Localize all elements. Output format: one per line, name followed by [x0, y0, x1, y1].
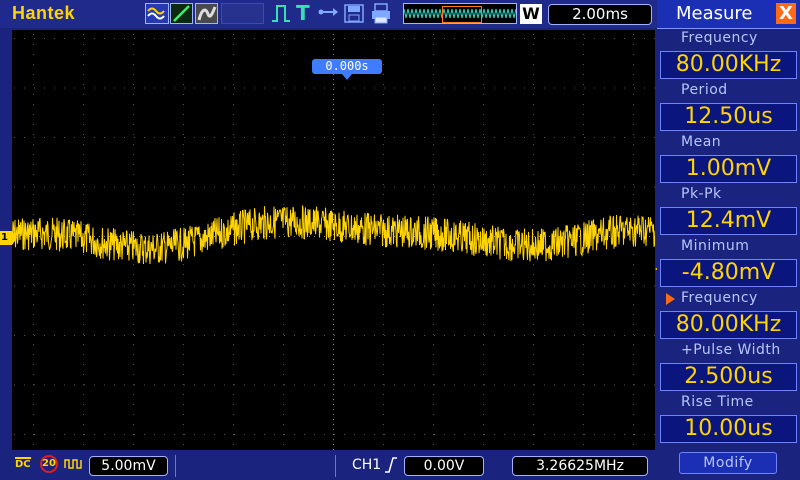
trigger-level-value[interactable]: 0.00V [404, 456, 484, 476]
trigger-t-icon[interactable]: T [296, 1, 314, 25]
acquire-mode-icon[interactable] [145, 3, 169, 24]
measure-label: Frequency [681, 290, 758, 306]
measure-panel: Measure X Frequency 80.00KHz Period 12.5… [657, 0, 800, 480]
measure-value[interactable]: 1.00mV [660, 155, 797, 183]
print-icon[interactable] [370, 3, 392, 24]
persistence-icon[interactable] [195, 3, 218, 24]
measure-value[interactable]: 80.00KHz [660, 51, 797, 79]
measure-value[interactable]: 2.500us [660, 363, 797, 391]
measure-label: Rise Time [681, 394, 754, 410]
timebase-display[interactable]: 2.00ms [548, 4, 652, 25]
ch1-waveform-trace [12, 205, 655, 265]
frequency-counter: 3.26625MHz [512, 456, 648, 476]
measure-label: Pk-Pk [681, 186, 722, 202]
measure-title: Measure [676, 3, 753, 24]
measure-value[interactable]: 12.50us [660, 103, 797, 131]
measure-value[interactable]: 80.00KHz [660, 311, 797, 339]
measure-label: Period [681, 82, 728, 98]
close-button[interactable]: X [776, 3, 796, 24]
usb-icon [318, 6, 340, 27]
divider [335, 455, 336, 477]
measure-label: Minimum [681, 238, 750, 254]
trigger-mode-pulse-icon[interactable] [270, 3, 292, 24]
ch1-volt-div[interactable]: 5.00mV [89, 456, 168, 476]
measure-value[interactable]: 10.00us [660, 415, 797, 443]
measure-label: Frequency [681, 30, 758, 46]
bandwidth-limit-icon[interactable]: 20 [40, 455, 58, 473]
measure-value[interactable]: -4.80mV [660, 259, 797, 287]
save-icon[interactable] [343, 3, 365, 24]
zoom-window-badge[interactable]: W [520, 4, 542, 24]
dc-coupling-icon[interactable]: DC [15, 457, 31, 470]
coupling-label: DC [15, 459, 31, 470]
measure-value[interactable]: 12.4mV [660, 207, 797, 235]
view-window-indicator [442, 6, 482, 23]
modify-button[interactable]: Modify [679, 452, 777, 474]
ramp-icon[interactable] [170, 3, 193, 24]
waveform-display[interactable]: 0.000s [12, 30, 667, 450]
status-slot [221, 3, 264, 24]
bottom-status-bar: DC 20 5.00mV CH1 0.00V 3.26625MHz [0, 451, 657, 480]
trigger-source[interactable]: CH1 [352, 457, 381, 473]
trigger-position-label[interactable]: 0.000s [312, 59, 382, 80]
brand-logo: Hantek [12, 3, 76, 23]
top-toolbar: Hantek T W 2.00ms [0, 0, 657, 28]
selected-arrow-icon [666, 293, 675, 305]
measure-panel-header: Measure X [657, 0, 800, 29]
measure-label: +Pulse Width [681, 342, 781, 358]
probe-icon[interactable] [64, 456, 84, 476]
rising-edge-icon[interactable] [384, 456, 398, 474]
divider [175, 455, 176, 477]
measure-label: Mean [681, 134, 722, 150]
ch1-ground-marker[interactable]: 1 [0, 231, 17, 245]
